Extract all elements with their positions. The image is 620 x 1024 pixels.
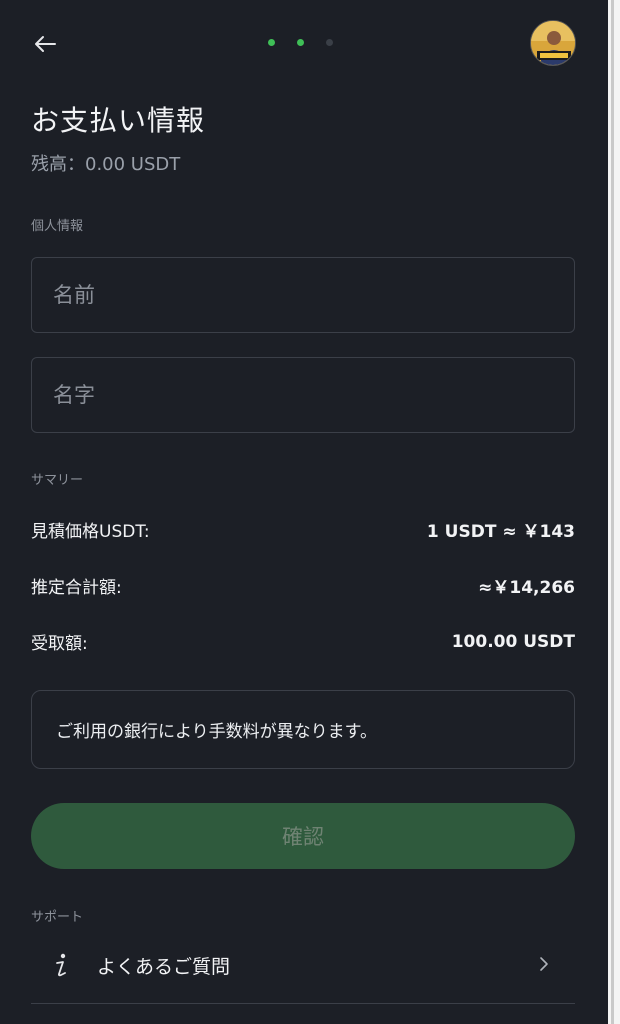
window-edge <box>608 0 620 1024</box>
summary-value-received: 100.00 USDT <box>451 631 575 652</box>
avatar[interactable] <box>530 20 576 66</box>
step-dot-2 <box>297 39 304 46</box>
back-button[interactable] <box>28 27 62 61</box>
confirm-button[interactable]: 確認 <box>31 803 575 869</box>
support-label: サポート <box>31 910 84 925</box>
summary-label: サマリー <box>31 473 84 488</box>
payment-info-screen: お支払い情報 残高：0.00 USDT 個人情報 サマリー 見積価格USDT: … <box>0 0 608 1024</box>
faq-link[interactable]: よくあるご質問 <box>31 938 575 992</box>
summary-row-received: 受取額: 100.00 USDT <box>31 629 575 655</box>
last-name-field[interactable] <box>31 357 575 433</box>
balance-text: 残高：0.00 USDT <box>31 154 181 175</box>
chevron-right-icon <box>539 956 549 976</box>
step-dot-1 <box>268 39 275 46</box>
fee-notice-text: ご利用の銀行により手数料が異なります。 <box>56 722 377 742</box>
info-icon <box>49 950 73 980</box>
confirm-button-label: 確認 <box>282 825 324 849</box>
summary-label-received: 受取額: <box>31 634 88 654</box>
summary-row-quote: 見積価格USDT: 1 USDT ≈ ￥143 <box>31 517 575 542</box>
summary-label-total: 推定合計額: <box>31 578 122 598</box>
divider <box>31 1003 575 1004</box>
personal-info-label: 個人情報 <box>31 219 84 234</box>
first-name-input[interactable] <box>32 258 574 332</box>
step-indicator <box>268 39 333 46</box>
summary-value-quote: 1 USDT ≈ ￥143 <box>426 522 575 542</box>
summary-row-total: 推定合計額: ≈￥14,266 <box>31 573 575 598</box>
first-name-field[interactable] <box>31 257 575 333</box>
step-dot-3 <box>326 39 333 46</box>
arrow-left-icon <box>35 36 56 52</box>
edge-line <box>611 0 614 1024</box>
summary-label-quote: 見積価格USDT: <box>31 522 150 542</box>
avatar-image <box>531 21 575 65</box>
page-title: お支払い情報 <box>31 104 206 137</box>
faq-label: よくあるご質問 <box>97 955 231 978</box>
last-name-input[interactable] <box>32 358 574 432</box>
summary-value-total: ≈￥14,266 <box>478 578 575 598</box>
fee-notice: ご利用の銀行により手数料が異なります。 <box>31 690 575 769</box>
